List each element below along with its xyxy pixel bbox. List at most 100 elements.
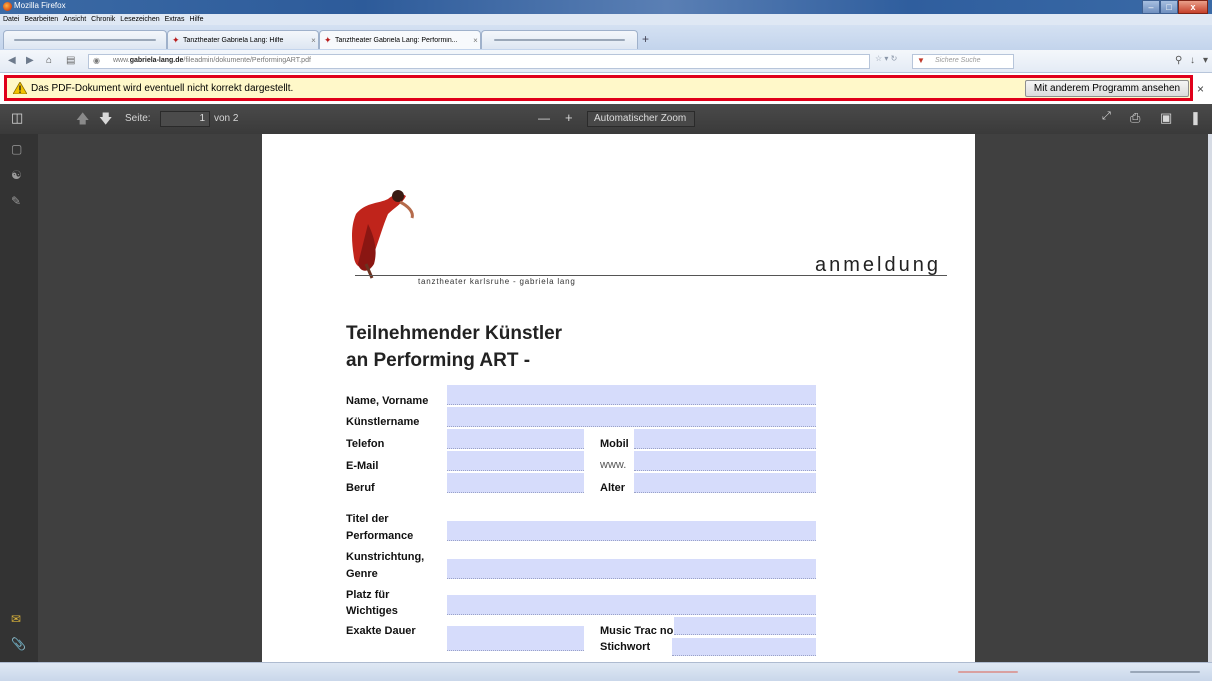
- zoom-out-button[interactable]: —: [538, 111, 550, 125]
- title-bar: Mozilla Firefox – □ x: [0, 0, 1212, 14]
- bookmark-star-icon[interactable]: ☆ ▾ ↻: [875, 54, 897, 63]
- menu-ansicht[interactable]: Ansicht: [63, 14, 86, 25]
- document-title-line2: an Performing ART -: [346, 350, 531, 371]
- label-kunst-1: Kunstrichtung,: [346, 551, 425, 563]
- url-bar[interactable]: ◉ www.gabriela-lang.de/fileadmin/dokumen…: [88, 54, 870, 69]
- label-dauer: Exakte Dauer: [346, 625, 416, 637]
- search-icon[interactable]: ⚲: [1175, 55, 1182, 66]
- label-name: Name, Vorname: [346, 395, 429, 407]
- tab-close-icon[interactable]: ×: [471, 36, 480, 45]
- search-engine-icon[interactable]: ▼: [917, 56, 925, 65]
- pdf-sidebar-strip: ▢ ☯ ✎ ✉ 📎: [0, 134, 38, 662]
- search-placeholder: Sichere Suche: [935, 57, 981, 64]
- field-stichwort[interactable]: [672, 638, 816, 656]
- warning-icon: [13, 82, 27, 94]
- blurred-title: [14, 39, 156, 41]
- site-identity-icon[interactable]: ◉: [93, 56, 100, 65]
- field-titel[interactable]: [447, 521, 816, 541]
- thumbnails-icon[interactable]: ▢: [11, 142, 22, 156]
- pdf-warning-bar: Das PDF-Dokument wird eventuell nicht ko…: [4, 75, 1193, 101]
- presentation-mode-icon[interactable]: ⤢: [1102, 110, 1111, 123]
- menu-chronik[interactable]: Chronik: [91, 14, 115, 25]
- field-name[interactable]: [447, 385, 816, 405]
- warning-message: Das PDF-Dokument wird eventuell nicht ko…: [31, 83, 294, 94]
- status-bar: [0, 662, 1212, 681]
- label-platz-1: Platz für: [346, 589, 390, 601]
- site-favicon-icon: ✦: [324, 34, 332, 45]
- document-title-line1: Teilnehmender Künstler: [346, 323, 563, 344]
- back-icon[interactable]: ◀: [8, 55, 16, 66]
- label-titel-2: Performance: [346, 530, 414, 542]
- tab-performing[interactable]: ✦ Tanztheater Gabriela Lang: Performin..…: [319, 30, 481, 49]
- zoom-in-button[interactable]: +: [565, 110, 573, 125]
- search-bar[interactable]: ▼ Sichere Suche: [912, 54, 1014, 69]
- tab-blurred[interactable]: [3, 30, 167, 49]
- field-telefon[interactable]: [447, 429, 584, 449]
- next-page-icon[interactable]: 🡇: [99, 110, 112, 132]
- field-dauer[interactable]: [447, 626, 584, 651]
- label-beruf: Beruf: [346, 482, 375, 494]
- label-alter: Alter: [600, 482, 626, 494]
- label-telefon: Telefon: [346, 438, 385, 450]
- field-kunstrichtung[interactable]: [447, 559, 816, 579]
- maximize-button[interactable]: □: [1160, 0, 1178, 14]
- previous-page-icon[interactable]: 🡅: [76, 110, 89, 132]
- print-icon[interactable]: ⎙: [1130, 110, 1140, 126]
- page-number-input[interactable]: 1: [160, 111, 210, 127]
- download-pdf-icon[interactable]: ▣: [1160, 110, 1172, 126]
- page-label: Seite:: [125, 113, 151, 124]
- label-music: Music Trac no: [600, 625, 674, 637]
- menu-icon[interactable]: ▾: [1203, 55, 1208, 66]
- new-tab-button[interactable]: +: [642, 32, 649, 46]
- menu-datei[interactable]: Datei: [3, 14, 19, 25]
- comment-icon[interactable]: ✉: [11, 612, 21, 626]
- sidebar-toggle-icon[interactable]: ◫: [11, 110, 23, 126]
- forward-icon[interactable]: ▶: [26, 55, 34, 66]
- download-icon[interactable]: ↓: [1190, 55, 1195, 66]
- zoom-select[interactable]: Automatischer Zoom: [587, 111, 695, 127]
- dancer-image: [352, 190, 414, 279]
- home-icon[interactable]: ⌂: [46, 55, 52, 66]
- label-stichwort: Stichwort: [600, 641, 651, 653]
- menu-lesezeichen[interactable]: Lesezeichen: [120, 14, 159, 25]
- label-email: E-Mail: [346, 460, 379, 472]
- label-kunst-2: Genre: [346, 568, 378, 580]
- label-platz-2: Wichtiges: [346, 605, 398, 617]
- history-icon[interactable]: ▤: [66, 55, 75, 66]
- field-email[interactable]: [447, 451, 584, 471]
- open-with-other-program-button[interactable]: Mit anderem Programm ansehen: [1025, 80, 1189, 97]
- menu-bearbeiten[interactable]: Bearbeiten: [24, 14, 58, 25]
- tab-hilfe[interactable]: ✦ Tanztheater Gabriela Lang: Hilfe ×: [167, 30, 319, 49]
- window-title: Mozilla Firefox: [14, 1, 66, 10]
- close-notification-icon[interactable]: ×: [1197, 82, 1204, 96]
- attachment-icon[interactable]: 📎: [11, 637, 26, 651]
- tab-bar: ✦ Tanztheater Gabriela Lang: Hilfe × ✦ T…: [0, 25, 1212, 50]
- label-titel-1: Titel der: [346, 513, 389, 525]
- field-alter[interactable]: [634, 473, 816, 493]
- field-beruf[interactable]: [447, 473, 584, 493]
- field-music[interactable]: [674, 617, 816, 635]
- bookmark-icon[interactable]: ❚: [1190, 110, 1201, 126]
- document-subheader: tanztheater karlsruhe - gabriela lang: [418, 277, 576, 286]
- menu-bar: Datei Bearbeiten Ansicht Chronik Lesezei…: [0, 14, 1212, 25]
- field-platz[interactable]: [447, 595, 816, 615]
- page-total: von 2: [214, 113, 239, 124]
- tab-blurred-2[interactable]: [481, 30, 638, 49]
- menu-extras[interactable]: Extras: [165, 14, 185, 25]
- document-header: anmeldung: [815, 254, 941, 276]
- navigation-bar: ◀ ▶ ⌂ ▤ ◉ www.gabriela-lang.de/fileadmin…: [0, 50, 1212, 73]
- field-mobil[interactable]: [634, 429, 816, 449]
- field-www[interactable]: [634, 451, 816, 471]
- minimize-button[interactable]: –: [1142, 0, 1160, 14]
- label-kuenstlername: Künstlername: [346, 416, 420, 428]
- field-kuenstlername[interactable]: [447, 407, 816, 427]
- annotation-icon[interactable]: ✎: [11, 194, 21, 208]
- pdf-page: anmeldung tanztheater karlsruhe - gabrie…: [262, 134, 975, 662]
- close-window-button[interactable]: x: [1178, 0, 1208, 14]
- find-icon[interactable]: ☯: [11, 168, 22, 182]
- blurred-status-2: [1130, 671, 1200, 673]
- tab-close-icon[interactable]: ×: [309, 36, 318, 45]
- vertical-scrollbar[interactable]: [1208, 134, 1212, 662]
- menu-hilfe[interactable]: Hilfe: [189, 14, 203, 25]
- firefox-logo-icon: [3, 2, 12, 11]
